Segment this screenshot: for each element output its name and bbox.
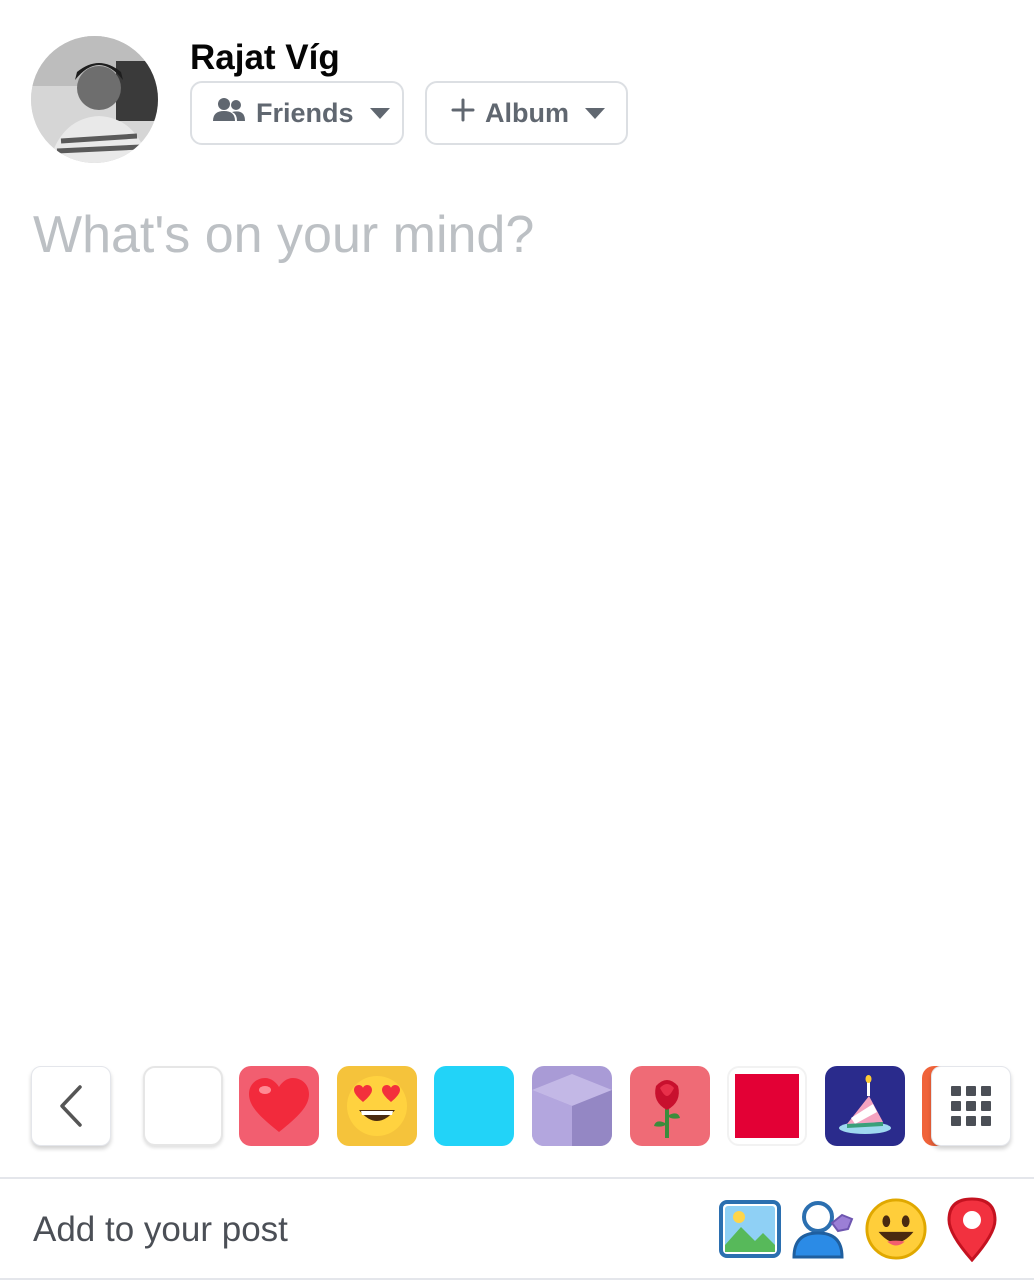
audience-selector-button[interactable]: Friends bbox=[190, 81, 404, 145]
photo-icon[interactable] bbox=[718, 1196, 782, 1262]
chevron-left-icon bbox=[60, 1085, 82, 1127]
background-lavender-cubes[interactable] bbox=[532, 1066, 612, 1146]
location-pin-icon[interactable] bbox=[940, 1196, 1004, 1262]
background-red[interactable] bbox=[727, 1066, 807, 1146]
audience-label: Friends bbox=[256, 97, 354, 128]
chevron-down-icon bbox=[369, 107, 390, 119]
birthday-cake-icon bbox=[839, 1075, 891, 1134]
divider bbox=[0, 1177, 1034, 1179]
album-label: Album bbox=[485, 97, 569, 128]
background-plain-white[interactable] bbox=[143, 1066, 223, 1146]
background-cyan[interactable] bbox=[434, 1066, 514, 1146]
heart-eyes-emoji-icon bbox=[347, 1076, 407, 1136]
album-selector-button[interactable]: Album bbox=[425, 81, 628, 145]
user-name: Rajat Víg bbox=[190, 38, 340, 77]
background-heart-eyes-emoji[interactable] bbox=[337, 1066, 417, 1146]
background-heart[interactable] bbox=[239, 1066, 319, 1146]
heart-icon bbox=[249, 1078, 309, 1132]
background-birthday-cake[interactable] bbox=[825, 1066, 905, 1146]
friends-icon bbox=[212, 97, 246, 130]
red-swatch bbox=[735, 1074, 799, 1138]
post-text-input[interactable] bbox=[33, 205, 993, 265]
background-rose[interactable] bbox=[630, 1066, 710, 1146]
tag-people-icon[interactable] bbox=[790, 1196, 854, 1262]
chevron-down-icon bbox=[585, 107, 605, 119]
cubes-pattern bbox=[532, 1074, 612, 1146]
background-selector bbox=[0, 1064, 1034, 1148]
rose-icon bbox=[654, 1080, 680, 1138]
grid-icon bbox=[951, 1086, 991, 1126]
add-to-your-post-label[interactable]: Add to your post bbox=[33, 1210, 288, 1250]
all-backgrounds-button[interactable] bbox=[931, 1066, 1011, 1146]
plus-icon bbox=[451, 98, 475, 129]
avatar[interactable] bbox=[31, 36, 158, 163]
collapse-backgrounds-button[interactable] bbox=[31, 1066, 111, 1146]
feeling-emoji-icon[interactable] bbox=[864, 1196, 928, 1262]
